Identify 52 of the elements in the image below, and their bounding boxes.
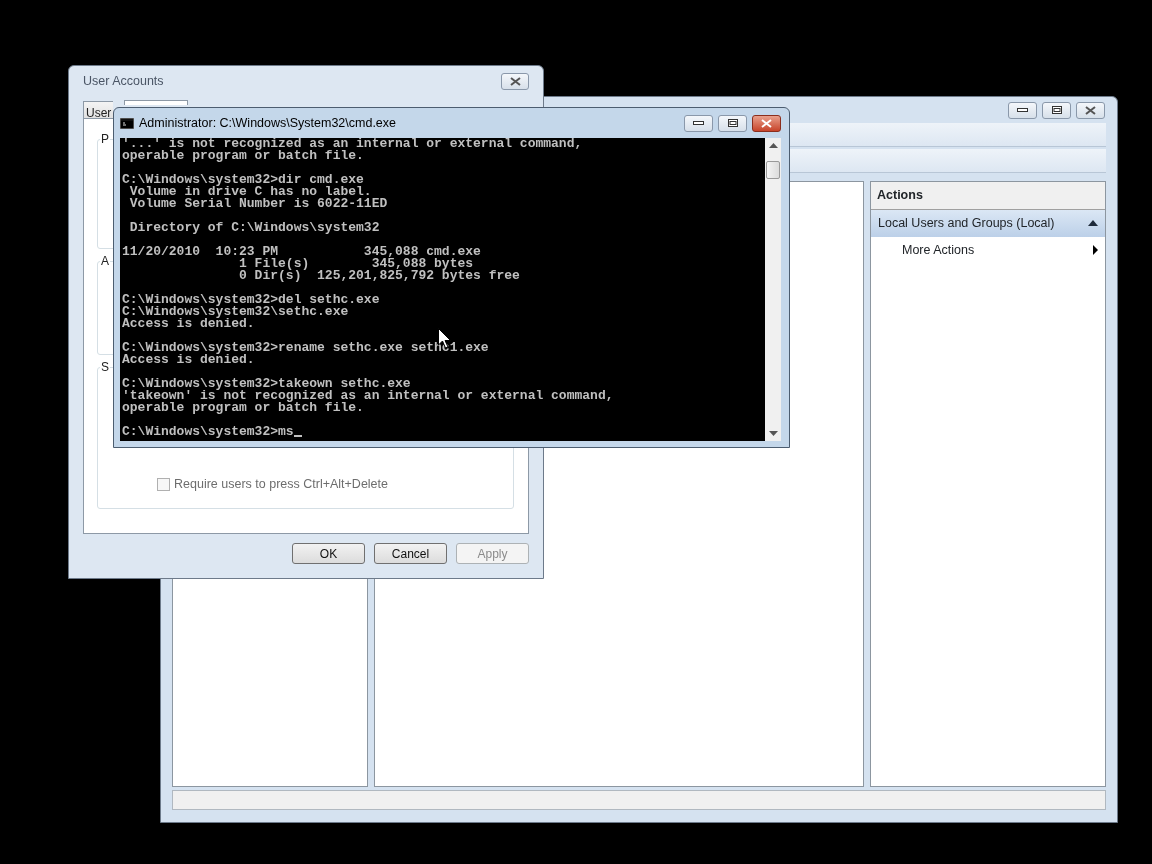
close-icon [1085, 105, 1096, 115]
console-line: Directory of C:\Windows\system32 [128, 222, 381, 234]
console-line: Access is denied. [122, 354, 255, 366]
tab[interactable] [124, 100, 188, 105]
scroll-thumb[interactable] [766, 161, 780, 179]
minimize-button[interactable] [1008, 101, 1037, 119]
console-line: 'takeown' is not recognized as an internal or external command, [122, 390, 615, 402]
minimize-button[interactable] [684, 114, 713, 132]
console-line: C:\Windows\system32\sethc.exe [122, 306, 350, 318]
console-line: 1 File(s) 345,088 bytes [238, 258, 474, 270]
checkbox-label: Require users to press Ctrl+Alt+Delete [174, 476, 388, 494]
ok-button[interactable]: OK [292, 543, 365, 564]
window-title: User Accounts [83, 73, 164, 91]
actions-header: Actions [871, 182, 1105, 210]
console-line: C:\Windows\system32>rename sethc.exe sethc1.exe [122, 342, 490, 354]
group-label: A [100, 254, 110, 268]
console-icon [120, 117, 134, 129]
close-button[interactable] [1076, 101, 1105, 119]
close-button[interactable] [501, 73, 529, 90]
scrollbar[interactable] [765, 138, 781, 441]
console-line: Access is denied. [122, 318, 255, 330]
actions-section-row[interactable]: Local Users and Groups (Local) [871, 209, 1105, 237]
close-icon [509, 77, 521, 86]
window-title: Administrator: C:\Windows\System32\cmd.exe [139, 114, 398, 132]
action-link[interactable]: More Actions [902, 240, 975, 260]
scroll-down-icon[interactable] [768, 431, 778, 436]
console-line: 0 Dir(s) 125,201,825,792 bytes free [238, 270, 521, 282]
group-label: S [100, 360, 110, 374]
console-line: operable program or batch file. [122, 150, 365, 162]
minimize-icon [693, 120, 704, 126]
section-label[interactable]: Local Users and Groups (Local) [878, 213, 1055, 233]
tab[interactable]: User [83, 101, 113, 119]
console-line: C:\Windows\system32>ms [122, 426, 294, 438]
cancel-button[interactable]: Cancel [374, 543, 447, 564]
console-line: operable program or batch file. [122, 402, 365, 414]
submenu-arrow-icon [1093, 244, 1098, 255]
minimize-icon [1017, 107, 1028, 113]
console-line: Volume Serial Number is 6022-11ED [128, 198, 389, 210]
console-line: C:\Windows\system32>dir cmd.exe [122, 174, 364, 186]
group-label: P [100, 132, 110, 146]
maximize-icon [1051, 106, 1062, 114]
console-line: 11/20/2010 10:23 PM 345,088 cmd.exe [122, 246, 482, 258]
maximize-icon [727, 119, 738, 127]
console-line: C:\Windows\system32>del sethc.exe [122, 294, 381, 306]
close-button[interactable] [752, 114, 781, 132]
console-line: '...' is not recognized as an internal or external command, [122, 138, 584, 150]
console-line: Volume in drive C has no label. [129, 186, 372, 198]
console-line: C:\Windows\system32>takeown sethc.exe [122, 378, 411, 390]
collapse-arrow-icon[interactable] [1088, 220, 1098, 227]
close-icon [761, 118, 772, 128]
maximize-button[interactable] [1042, 101, 1071, 119]
maximize-button[interactable] [718, 114, 747, 132]
